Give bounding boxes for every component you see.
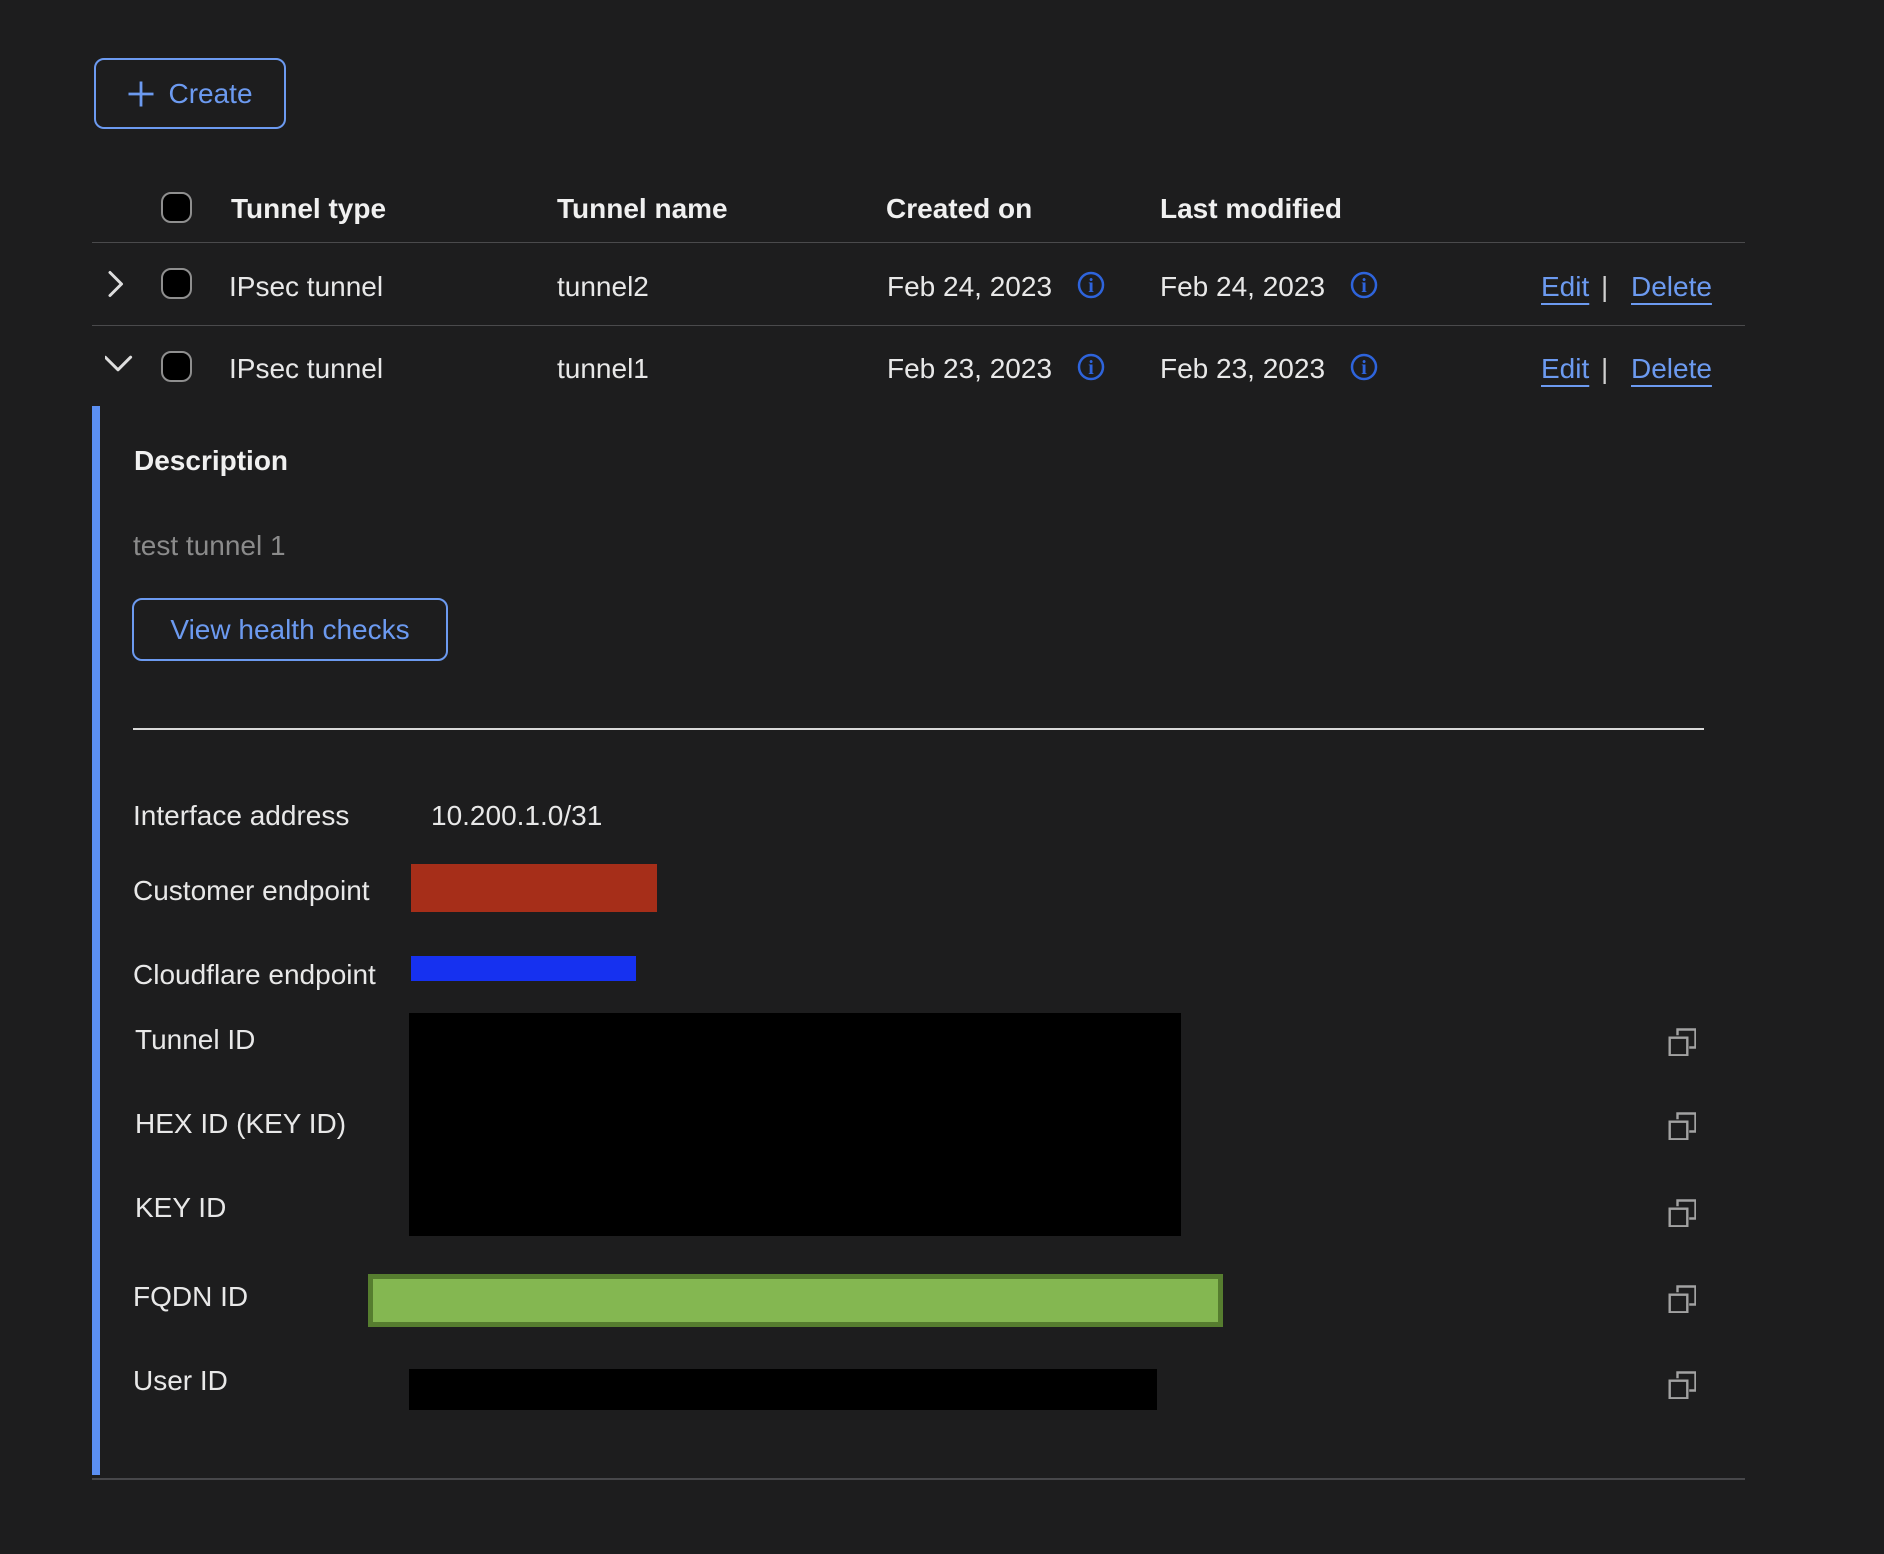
svg-text:i: i — [1361, 275, 1367, 297]
svg-text:i: i — [1088, 275, 1094, 297]
svg-text:i: i — [1088, 357, 1094, 379]
svg-text:i: i — [1361, 357, 1367, 379]
